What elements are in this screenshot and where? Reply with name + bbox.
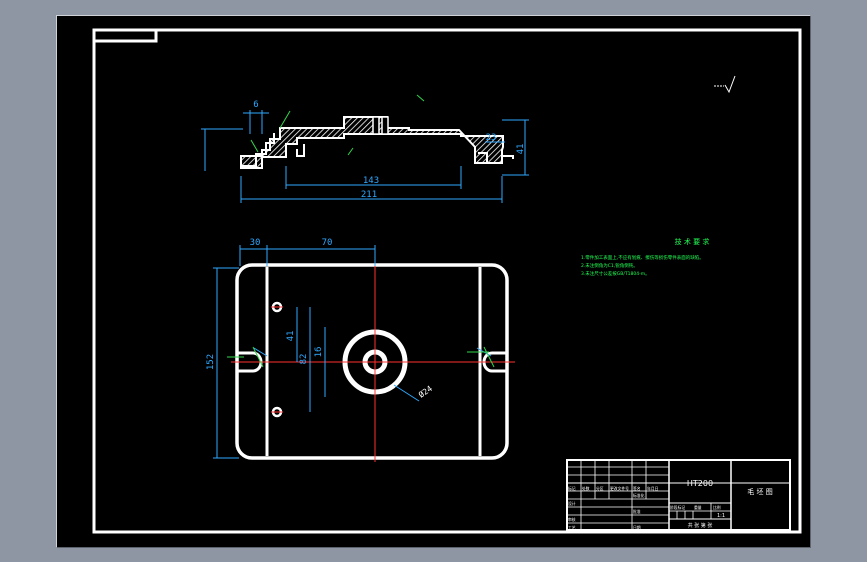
- title-row-labels: 设计 审核 工艺: [568, 501, 576, 530]
- notes-line-3: 3.未注尺寸公差按GB/T1804-m。: [581, 270, 650, 277]
- dim-23: 23: [486, 133, 497, 143]
- notes-title: 技 术 要 求: [675, 237, 710, 246]
- title-header-cells: 标记 处数 分区 更改文件号 签名 年月日: [568, 486, 659, 491]
- notes-line-1: 1.零件加工表面上,不应有划痕、擦伤等损伤零件表面的缺陷。: [581, 254, 704, 261]
- svg-text:重量: 重量: [694, 505, 702, 510]
- dim-152: 152: [206, 354, 216, 370]
- cad-viewport[interactable]: 211 143 6 23 41 30 70 152 41 82 16 Ø24 技…: [56, 15, 811, 548]
- svg-text:阶段标记: 阶段标记: [670, 505, 685, 510]
- svg-text:工艺: 工艺: [568, 525, 576, 530]
- svg-text:比例: 比例: [713, 505, 721, 510]
- technical-notes: 技 术 要 求 1.零件加工表面上,不应有划痕、擦伤等损伤零件表面的缺陷。 2.…: [581, 237, 709, 277]
- svg-text:日期: 日期: [633, 525, 641, 530]
- notes-line-2: 2.未注倒角为C1,锐角倒钝。: [581, 262, 638, 269]
- material-label: HT200: [687, 479, 713, 488]
- dim-70: 70: [322, 238, 333, 248]
- cad-drawing: 211 143 6 23 41 30 70 152 41 82 16 Ø24 技…: [92, 28, 802, 534]
- dim-211: 211: [361, 190, 377, 200]
- svg-text:标准化: 标准化: [633, 493, 645, 498]
- plan-view: 30 70 152 41 82 16 Ø24: [206, 238, 515, 462]
- svg-text:更改文件号: 更改文件号: [610, 486, 629, 491]
- svg-text:年月日: 年月日: [647, 486, 659, 491]
- dim-41: 41: [516, 144, 526, 155]
- svg-text:分区: 分区: [596, 486, 604, 491]
- dim-phi: Ø24: [416, 383, 434, 400]
- svg-text:审核: 审核: [568, 517, 576, 522]
- drawing-name-label: 毛 坯 图: [747, 487, 772, 496]
- dim-6: 6: [253, 100, 258, 110]
- dim-143: 143: [363, 176, 379, 186]
- svg-text:标记: 标记: [568, 486, 576, 491]
- title-mid-labels: 标准化 批准 日期: [633, 493, 645, 530]
- svg-text:批准: 批准: [633, 509, 641, 514]
- svg-text:设计: 设计: [568, 501, 576, 506]
- scale-label: 1:1: [717, 513, 725, 519]
- dim-30: 30: [250, 238, 261, 248]
- sheet-label: 共 张 第 张: [688, 522, 713, 529]
- dim-41-plan: 41: [286, 331, 296, 342]
- roughness-symbol: [714, 75, 736, 94]
- svg-text:处数: 处数: [582, 486, 590, 491]
- section-profile: [240, 116, 504, 169]
- section-view: 211 143 6 23 41: [201, 94, 529, 203]
- svg-text:签名: 签名: [633, 486, 641, 491]
- dim-16: 16: [314, 347, 324, 358]
- title-right-headers: 阶段标记 重量 比例: [670, 505, 721, 510]
- dim-82: 82: [299, 354, 309, 365]
